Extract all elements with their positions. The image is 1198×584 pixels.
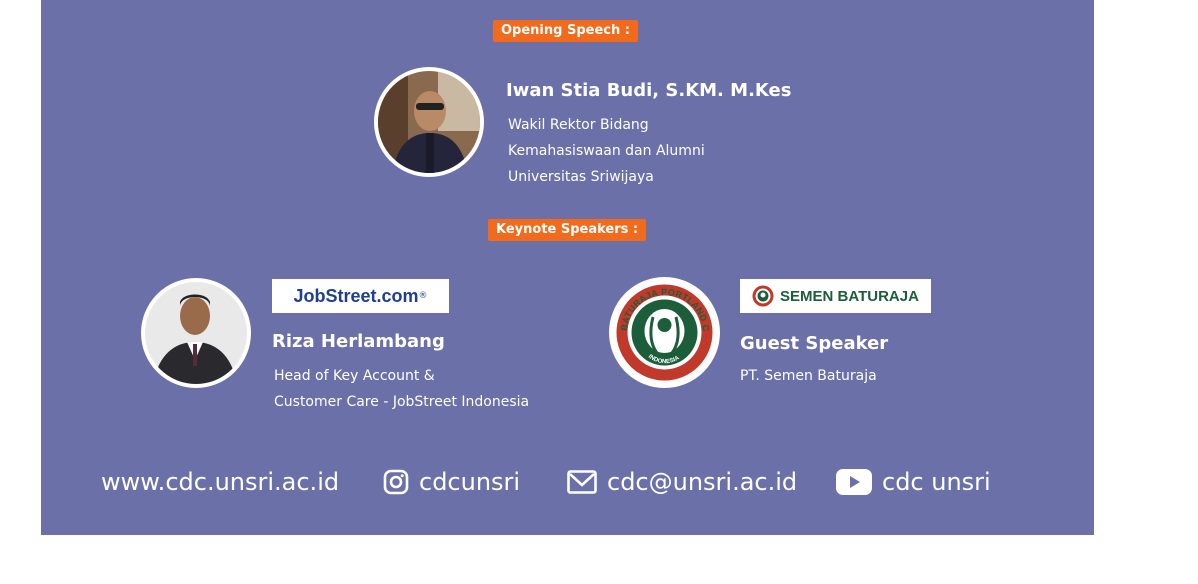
role-line: Kemahasiswaan dan Alumni <box>508 143 705 159</box>
role-line: Wakil Rektor Bidang <box>508 117 649 133</box>
keynote-speaker-2-name: Guest Speaker <box>740 333 889 354</box>
keynote-speakers-label: Keynote Speakers : <box>488 219 647 241</box>
footer-youtube[interactable]: cdc unsri <box>836 468 991 496</box>
keynote-speaker-1-photo <box>141 278 251 388</box>
youtube-channel[interactable]: cdc unsri <box>882 468 991 496</box>
semen-baturaja-seal: BATURAJA PORTLAND CEMENT INDONESIA <box>609 277 720 388</box>
semen-baturaja-logo: SEMEN BATURAJA <box>740 279 931 313</box>
keynote-speaker-1-name: Riza Herlambang <box>272 331 445 352</box>
keynote-speaker-1-role: Head of Key Account & Customer Care - Jo… <box>274 363 529 415</box>
role-line: Customer Care - JobStreet Indonesia <box>274 394 530 410</box>
email-address[interactable]: cdc@unsri.ac.id <box>607 468 797 496</box>
keynote-speaker-2-role: PT. Semen Baturaja <box>740 363 877 389</box>
opening-speaker-name: Iwan Stia Budi, S.KM. M.Kes <box>506 80 792 101</box>
semen-baturaja-emblem-icon <box>752 285 774 307</box>
role-line: PT. Semen Baturaja <box>740 368 877 384</box>
role-line: Universitas Sriwijaya <box>508 169 654 185</box>
opening-speaker-photo <box>374 67 484 177</box>
mail-icon <box>567 470 597 494</box>
opening-speaker-role: Wakil Rektor Bidang Kemahasiswaan dan Al… <box>508 112 705 190</box>
website-text[interactable]: www.cdc.unsri.ac.id <box>101 468 339 496</box>
youtube-icon <box>836 469 872 495</box>
instagram-icon <box>383 469 409 495</box>
instagram-handle[interactable]: cdcunsri <box>419 468 520 496</box>
opening-speech-label: Opening Speech : <box>493 20 638 42</box>
jobstreet-logo-text: JobStreet.com <box>293 285 419 306</box>
registered-mark: ® <box>418 291 428 301</box>
footer-instagram[interactable]: cdcunsri <box>383 468 520 496</box>
event-poster: Opening Speech : Iwan Stia Budi, S.KM. M… <box>41 0 1094 535</box>
footer-email[interactable]: cdc@unsri.ac.id <box>567 468 797 496</box>
role-line: Head of Key Account & <box>274 368 435 384</box>
footer-website[interactable]: www.cdc.unsri.ac.id <box>101 468 339 496</box>
semen-baturaja-logo-text: SEMEN BATURAJA <box>780 287 919 305</box>
jobstreet-logo: JobStreet.com ® <box>272 279 449 313</box>
